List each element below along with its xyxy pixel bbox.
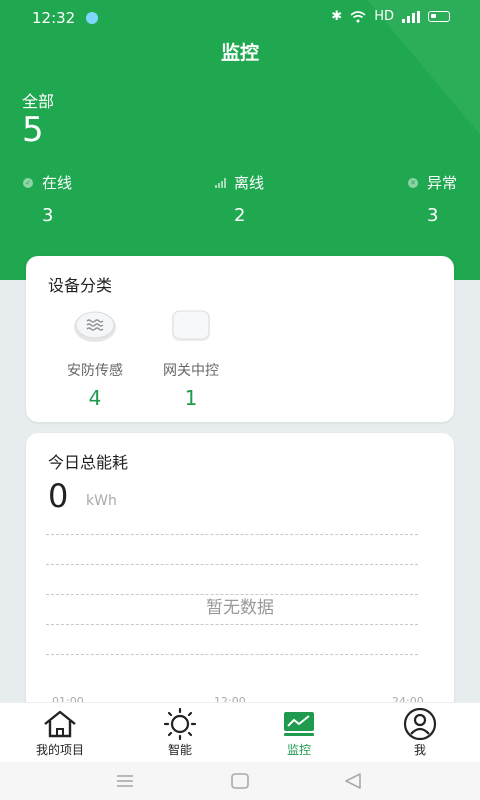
page-title: 监控 xyxy=(220,42,259,64)
status-icons: ✱ HD xyxy=(331,9,450,24)
smoke-sensor-icon xyxy=(74,311,116,342)
chart-gridline xyxy=(46,564,418,565)
home-icon xyxy=(44,710,76,738)
device-category-card: 设备分类 安防传感 4 网关中控 1 xyxy=(26,256,454,422)
tab-monitor[interactable]: 监控 xyxy=(254,707,344,758)
battery-icon xyxy=(428,11,450,22)
chart-gridline xyxy=(46,534,418,535)
stat-abnormal-label: 异常 xyxy=(427,174,458,192)
system-nav-bar xyxy=(0,762,480,800)
energy-card: 今日总能耗 0 kWh 暂无数据 01:00 12:00 24:00 xyxy=(26,433,454,723)
stat-online-label: 在线 xyxy=(42,174,73,192)
x-circle-icon: ✕ xyxy=(407,177,419,189)
stat-online[interactable]: ✓ 在线 3 xyxy=(22,172,72,226)
stat-offline-label: 离线 xyxy=(234,174,265,192)
cell-signal-icon xyxy=(402,10,420,23)
device-category-name: 网关中控 xyxy=(163,363,219,379)
all-devices-count[interactable]: 5 xyxy=(22,110,44,150)
stat-online-value: 3 xyxy=(42,205,54,226)
network-label: HD xyxy=(374,9,394,24)
back-icon[interactable] xyxy=(344,773,362,789)
bottom-tab-bar: 我的项目 智能 监控 我 xyxy=(0,702,480,762)
device-category-gateway[interactable]: 网关中控 1 xyxy=(146,308,236,410)
tab-smart[interactable]: 智能 xyxy=(135,707,225,758)
device-category-security[interactable]: 安防传感 4 xyxy=(50,308,140,410)
gateway-icon xyxy=(172,310,210,341)
device-category-title: 设备分类 xyxy=(48,276,113,295)
status-time: 12:32 xyxy=(32,9,76,27)
tab-label: 我 xyxy=(413,743,426,757)
all-devices-label[interactable]: 全部 xyxy=(22,88,54,112)
device-category-count: 1 xyxy=(184,386,198,410)
tab-me[interactable]: 我 xyxy=(375,707,465,758)
device-category-count: 4 xyxy=(88,386,102,410)
energy-value: 0 xyxy=(48,477,69,515)
chart-gridline xyxy=(46,654,418,655)
menu-icon[interactable] xyxy=(116,774,134,788)
device-category-name: 安防传感 xyxy=(67,363,123,379)
stat-offline[interactable]: 离线 2 xyxy=(214,172,264,226)
stat-abnormal-value: 3 xyxy=(427,205,439,226)
wifi-icon xyxy=(350,10,366,22)
tab-label: 监控 xyxy=(286,743,311,757)
user-icon xyxy=(403,708,437,740)
energy-title: 今日总能耗 xyxy=(48,453,129,472)
tab-my-projects[interactable]: 我的项目 xyxy=(15,707,105,758)
sun-icon xyxy=(163,707,197,741)
chart-icon xyxy=(284,712,314,736)
stat-abnormal[interactable]: ✕ 异常 3 xyxy=(407,172,457,226)
stat-offline-value: 2 xyxy=(234,205,246,226)
chart-gridline xyxy=(46,624,418,625)
signal-bars-icon xyxy=(214,177,226,189)
bluetooth-icon: ✱ xyxy=(331,9,343,24)
no-data-text: 暂无数据 xyxy=(206,598,274,618)
energy-unit: kWh xyxy=(86,493,117,509)
home-button-icon[interactable] xyxy=(231,773,249,789)
tab-label: 智能 xyxy=(167,743,192,757)
notification-icon xyxy=(86,12,98,24)
check-circle-icon: ✓ xyxy=(22,177,34,189)
tab-label: 我的项目 xyxy=(35,743,84,757)
status-bar: 12:32 ✱ HD xyxy=(0,0,480,34)
